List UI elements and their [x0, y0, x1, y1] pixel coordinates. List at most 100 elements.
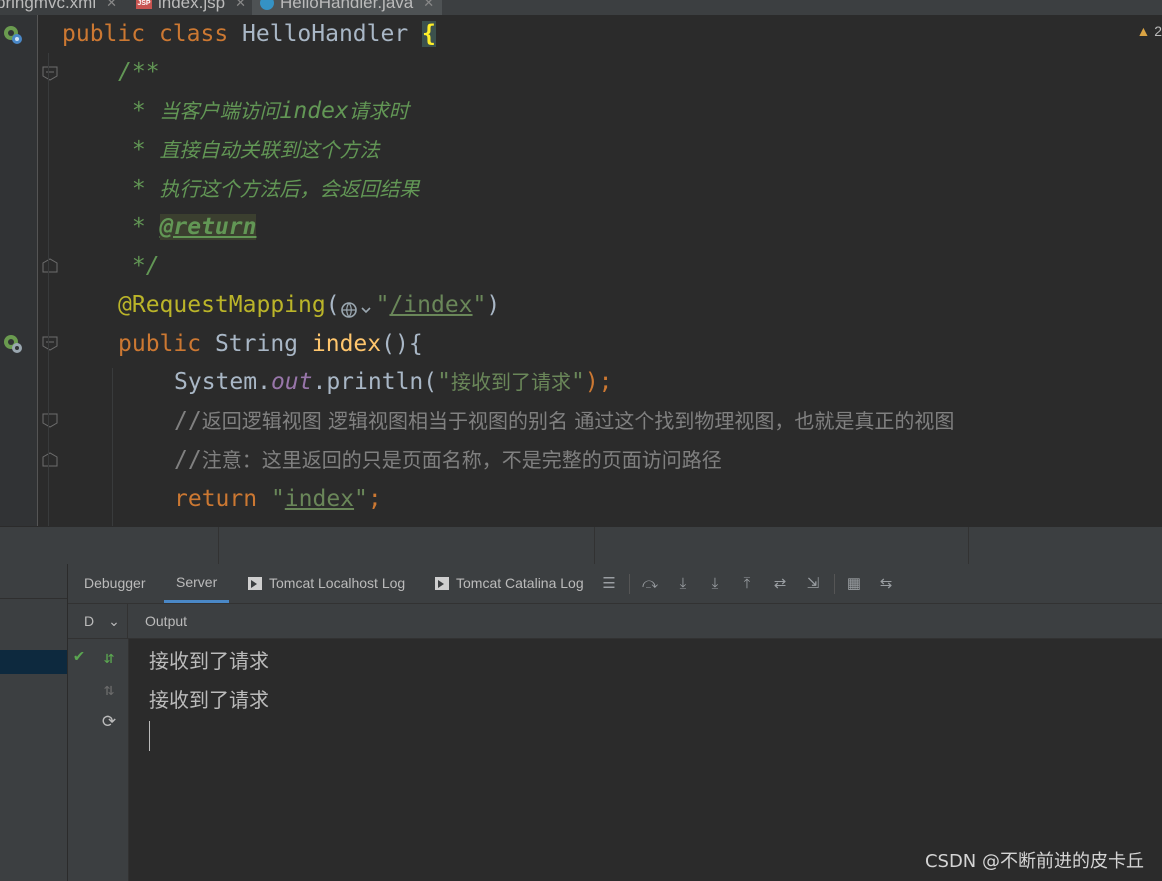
code-line-1: public class HelloHandler { — [62, 15, 436, 53]
close-icon[interactable]: ✕ — [106, 0, 117, 11]
keyword: return — [174, 486, 271, 512]
fold-end-icon[interactable] — [42, 452, 58, 467]
tab-springmvc-xml[interactable]: pringmvc.xml ✕ — [0, 0, 117, 15]
doc-text: 直接自动关联到这个方法 — [159, 138, 380, 162]
dropdown-value: D — [84, 613, 95, 629]
string-quote: " — [472, 292, 487, 318]
paren: ) — [486, 292, 501, 318]
tab-tomcat-localhost-log[interactable]: Tomcat Localhost Log — [248, 564, 405, 603]
toolbar-divider — [629, 574, 630, 594]
tab-label: pringmvc.xml — [0, 0, 97, 12]
evaluate-expression-icon[interactable]: ▦ — [845, 575, 863, 593]
fold-marker-icon[interactable] — [42, 413, 58, 428]
static-field: out — [270, 369, 313, 395]
text-caret — [149, 721, 150, 751]
server-output-console[interactable]: 接收到了请求 接收到了请求 — [129, 639, 1162, 881]
step-out-icon[interactable]: ⤒ — [738, 575, 756, 593]
tab-label: index.jsp — [158, 0, 226, 12]
statement-end: ; — [367, 486, 382, 512]
tab-debugger[interactable]: Debugger — [84, 564, 146, 603]
chevron-down-icon: ⌄ — [108, 612, 120, 629]
drop-frame-icon[interactable]: ⇄ — [771, 575, 789, 593]
doc-star: * — [118, 137, 160, 163]
watermark: CSDN @不断前进的皮卡丘 — [924, 851, 1144, 872]
code-line-6: * @return — [118, 208, 257, 246]
tab-hellohandler-java[interactable]: HelloHandler.java ✕ — [252, 0, 443, 15]
comment-text: 注意：这里返回的只是页面名称，不是完整的页面访问路径 — [201, 448, 722, 472]
statement-end: ); — [584, 369, 613, 395]
indent-guide — [48, 53, 49, 526]
tool-window-header — [0, 526, 1162, 565]
keyword: class — [158, 21, 243, 47]
inspection-warning-indicator[interactable]: ▲ 2 — [1136, 23, 1162, 39]
trace-settings-icon[interactable]: ⇆ — [877, 575, 895, 593]
redeploy-icon[interactable]: ⟳ — [98, 711, 120, 733]
force-step-into-icon[interactable]: ⤓ — [706, 575, 724, 593]
doc-star: * — [118, 214, 160, 240]
tab-tomcat-catalina-log[interactable]: Tomcat Catalina Log — [435, 564, 584, 603]
fold-marker-icon[interactable] — [42, 66, 58, 81]
code-line-3: * 当客户端访问index请求时 — [118, 92, 409, 130]
console-icon — [248, 577, 262, 590]
doc-text: 执行这个方法后，会返回结果 — [159, 177, 420, 201]
warning-count: 2 — [1154, 23, 1162, 39]
tab-label: HelloHandler.java — [280, 0, 414, 12]
doc-text: index — [279, 98, 349, 124]
keyword: public — [118, 331, 215, 357]
keyword: public — [62, 21, 159, 47]
string-quote: " — [270, 486, 285, 512]
step-over-icon[interactable]: ⤼ — [641, 575, 659, 593]
request-path[interactable]: /index — [389, 292, 472, 318]
code-line-7: */ — [118, 253, 160, 279]
doc-text: 当客户端访问 — [159, 99, 280, 123]
warning-icon: ▲ — [1136, 23, 1151, 39]
selected-tree-row[interactable] — [0, 650, 67, 674]
code-line-11: //返回逻辑视图 逻辑视图相当于视图的别名 通过这个找到物理视图，也就是真正的视… — [174, 402, 954, 440]
divider — [968, 527, 969, 565]
comment-marker: // — [174, 447, 202, 473]
fold-end-icon[interactable] — [42, 258, 58, 273]
spring-bean-icon[interactable] — [2, 24, 24, 46]
fold-marker-icon[interactable] — [42, 336, 58, 351]
spring-request-mapping-icon[interactable] — [2, 333, 24, 355]
code-line-10: System.out.println("接收到了请求"); — [174, 363, 613, 401]
services-tree[interactable] — [0, 564, 68, 881]
run-to-cursor-icon[interactable]: ⇲ — [804, 575, 822, 593]
update-resources-icon[interactable]: ⇅ — [98, 679, 120, 701]
string-quote: " — [375, 292, 390, 318]
close-icon[interactable]: ✕ — [235, 0, 246, 11]
method-name: index — [311, 331, 382, 357]
close-icon[interactable]: ✕ — [423, 0, 434, 11]
gutter-divider — [37, 15, 38, 526]
view-name-link[interactable]: index — [285, 486, 354, 512]
type-name: String — [214, 331, 312, 357]
update-application-icon[interactable]: ⇵ — [98, 647, 120, 669]
matched-brace: { — [422, 21, 436, 47]
divider — [218, 527, 219, 565]
tab-label: Tomcat Catalina Log — [456, 575, 584, 591]
console-icon — [435, 577, 449, 590]
code-line-4: * 直接自动关联到这个方法 — [118, 131, 380, 169]
string-literal: 接收到了请求 — [450, 370, 571, 394]
code-editor[interactable]: ▲ 2 public class HelloHandler { /** * 当客… — [0, 15, 1162, 526]
step-into-icon[interactable]: ⤓ — [674, 575, 692, 593]
indent-guide — [112, 368, 113, 526]
doc-star: * — [118, 98, 160, 124]
code-line-8: @RequestMapping("/index") — [118, 286, 500, 324]
tab-index-jsp[interactable]: JSP index.jsp ✕ — [136, 0, 246, 15]
tab-server[interactable]: Server — [164, 564, 230, 603]
string-quote: " — [354, 486, 368, 512]
method-call: .println( — [312, 369, 438, 395]
jsp-file-icon: JSP — [136, 0, 152, 9]
tab-label: Server — [176, 573, 218, 590]
code-line-12: //注意：这里返回的只是页面名称，不是完整的页面访问路径 — [174, 441, 722, 479]
editor-tab-bar: pringmvc.xml ✕ JSP index.jsp ✕ HelloHand… — [0, 0, 1162, 15]
globe-endpoint-icon[interactable] — [340, 294, 376, 318]
output-label: Output — [145, 613, 188, 629]
tab-label: Tomcat Localhost Log — [269, 575, 406, 591]
menu-icon[interactable]: ☰ — [600, 575, 618, 593]
frames-dropdown[interactable]: D ⌄ — [68, 604, 128, 638]
method-params: (){ — [381, 331, 423, 357]
string-quote: " — [437, 369, 451, 395]
doc-tag[interactable]: @return — [159, 214, 257, 240]
